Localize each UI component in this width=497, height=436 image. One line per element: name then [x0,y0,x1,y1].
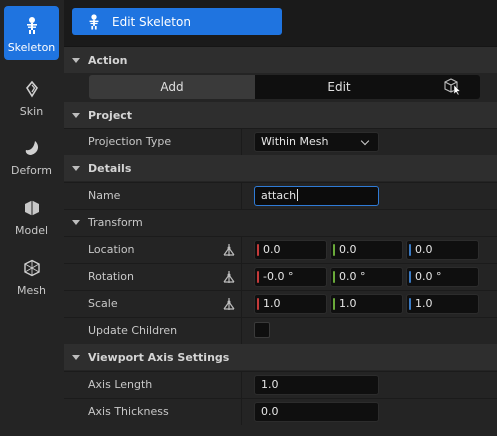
name-row: Name attach [64,182,497,209]
skin-icon [22,79,42,99]
section-details-title: Details [88,161,132,175]
mode-skin-button[interactable]: Skin [4,70,59,124]
details-panel: Action Add Edit Project Projection Type … [64,47,497,436]
collapse-arrow-icon [72,112,80,118]
reset-location-icon[interactable] [222,243,236,257]
mesh-icon [22,258,42,278]
rotation-row: Rotation -0.0 ° 0.0 ° 0.0 ° [64,263,497,290]
skeleton-icon [84,12,104,32]
update-children-checkbox[interactable] [254,322,270,338]
projection-type-row: Projection Type Within Mesh [64,128,497,155]
rotation-label: Rotation [88,270,135,283]
column-divider [241,291,242,317]
mode-model-label: Model [14,224,49,237]
axis-thickness-row: Axis Thickness 0.0 [64,398,497,425]
scale-row: Scale 1.0 1.0 1.0 [64,290,497,317]
scale-z-input[interactable]: 1.0 [406,294,479,314]
deform-icon [22,138,42,158]
tool-header: Edit Skeleton [64,0,497,46]
section-viewport-axis-header[interactable]: Viewport Axis Settings [64,344,497,370]
mode-skeleton-label: Skeleton [7,41,56,54]
model-icon [22,198,42,218]
projection-type-label: Projection Type [88,135,172,148]
skeleton-icon [22,15,42,35]
chevron-down-icon [360,136,370,146]
location-x-input[interactable]: 0.0 [254,240,327,260]
location-y-input[interactable]: 0.0 [330,240,403,260]
section-action-header[interactable]: Action [64,47,497,73]
select-mode-button[interactable] [423,75,480,99]
transform-header[interactable]: Transform [64,209,497,235]
add-button[interactable]: Add [89,75,255,99]
mode-skin-label: Skin [19,105,44,118]
location-label: Location [88,243,135,256]
text-cursor [297,189,299,201]
projection-type-dropdown[interactable]: Within Mesh [254,132,379,152]
axis-thickness-label: Axis Thickness [88,405,169,418]
name-label: Name [88,189,121,202]
mode-mesh-button[interactable]: Mesh [4,249,59,303]
action-segmented-control: Add Edit [64,73,497,101]
axis-length-input[interactable]: 1.0 [254,375,379,395]
edit-skeleton-button[interactable]: Edit Skeleton [72,8,282,35]
column-divider [241,237,242,263]
update-children-row: Update Children [64,317,497,344]
rotation-y-input[interactable]: 0.0 ° [330,267,403,287]
axis-thickness-input[interactable]: 0.0 [254,402,379,422]
axis-length-row: Axis Length 1.0 [64,371,497,398]
location-row: Location 0.0 0.0 0.0 [64,236,497,263]
mode-deform-button[interactable]: Deform [4,129,59,183]
collapse-arrow-icon [72,165,80,171]
collapse-arrow-icon [72,354,80,360]
name-value: attach [261,189,297,202]
column-divider [241,372,242,398]
scale-x-input[interactable]: 1.0 [254,294,327,314]
reset-rotation-icon[interactable] [222,270,236,284]
mode-toolbar: Skeleton Skin Deform Model Mesh [0,0,64,436]
projection-type-value: Within Mesh [261,135,329,148]
update-children-label: Update Children [88,324,178,337]
column-divider [241,264,242,290]
section-project-header[interactable]: Project [64,102,497,128]
name-input[interactable]: attach [254,186,379,206]
section-action-title: Action [88,53,128,67]
column-divider [241,318,242,344]
edit-skeleton-label: Edit Skeleton [112,14,191,29]
column-divider [241,129,242,155]
mode-deform-label: Deform [11,164,52,177]
column-divider [241,183,242,209]
mode-model-button[interactable]: Model [4,189,59,243]
mode-skeleton-button[interactable]: Skeleton [4,6,59,60]
rotation-x-input[interactable]: -0.0 ° [254,267,327,287]
scale-y-input[interactable]: 1.0 [330,294,403,314]
section-details-header[interactable]: Details [64,155,497,181]
select-cube-cursor-icon [441,77,463,98]
transform-title: Transform [88,216,143,229]
location-z-input[interactable]: 0.0 [406,240,479,260]
collapse-arrow-icon [72,220,80,225]
rotation-z-input[interactable]: 0.0 ° [406,267,479,287]
collapse-arrow-icon [72,57,80,63]
axis-length-label: Axis Length [88,378,153,391]
scale-label: Scale [88,297,118,310]
edit-button[interactable]: Edit [255,75,423,99]
reset-scale-icon[interactable] [222,297,236,311]
section-viewport-axis-title: Viewport Axis Settings [88,350,230,364]
mode-mesh-label: Mesh [17,284,46,297]
section-project-title: Project [88,108,133,122]
tool-panel: Edit Skeleton Action Add Edit Project Pr… [64,0,497,436]
column-divider [241,399,242,425]
